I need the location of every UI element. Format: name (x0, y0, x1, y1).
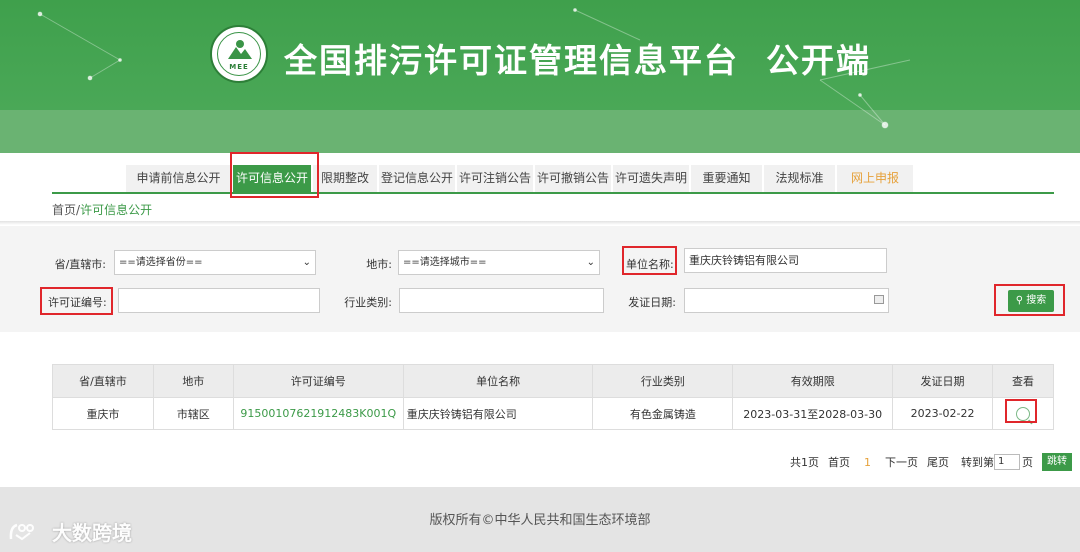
highlight-box-license (40, 287, 113, 315)
results-table: 省/直辖市 地市 许可证编号 单位名称 行业类别 有效期限 发证日期 查看 重庆… (52, 364, 1054, 430)
pager-last[interactable]: 尾页 (927, 454, 949, 470)
tab-revocation[interactable]: 许可撤销公告 (535, 165, 611, 192)
tab-registration[interactable]: 登记信息公开 (379, 165, 455, 192)
table-row: 重庆市 市辖区 91500107621912483K001Q 重庆庆铃铸铝有限公… (52, 397, 1054, 430)
pager-first[interactable]: 首页 (828, 454, 850, 470)
copyright-text: 版权所有©中华人民共和国生态环境部 (429, 513, 651, 528)
breadcrumb-home[interactable]: 首页 (52, 203, 76, 217)
province-select-value: ==请选择省份== (119, 257, 203, 268)
tab-online-report[interactable]: 网上申报 (837, 165, 913, 192)
col-license-number: 许可证编号 (232, 364, 404, 398)
page-number-input[interactable]: 1 (994, 454, 1020, 470)
col-city: 地市 (152, 364, 234, 398)
cell-province: 重庆市 (52, 397, 154, 430)
cell-validity: 2023-03-31至2028-03-30 (732, 397, 894, 430)
nav-underline (52, 192, 1054, 194)
highlight-box-tab (230, 152, 319, 198)
tab-pre-application[interactable]: 申请前信息公开 (126, 165, 231, 192)
tab-rectification[interactable]: 限期整改 (313, 165, 377, 192)
pager-next[interactable]: 下一页 (885, 454, 918, 470)
industry-label: 行业类别: (344, 296, 392, 309)
license-number-input[interactable] (118, 288, 320, 313)
filter-panel (0, 226, 1080, 332)
jump-button[interactable]: 跳转 (1042, 453, 1072, 471)
logo-text: MEE (229, 63, 249, 71)
site-title: 全国排污许可证管理信息平台 公开端 (284, 41, 871, 80)
city-label: 地市: (366, 258, 392, 271)
industry-input[interactable] (399, 288, 604, 313)
tab-loss-statement[interactable]: 许可遗失声明 (613, 165, 689, 192)
cell-industry: 有色金属铸造 (592, 397, 734, 430)
table-header-row: 省/直辖市 地市 许可证编号 单位名称 行业类别 有效期限 发证日期 查看 (52, 364, 1054, 398)
site-logo: MEE (210, 25, 268, 83)
breadcrumb-current: 许可信息公开 (80, 203, 153, 217)
divider (0, 221, 1080, 225)
watermark: 大数跨境 (8, 517, 132, 546)
breadcrumb: 首页/许可信息公开 (52, 201, 152, 218)
watermark-text: 大数跨境 (52, 521, 132, 545)
pager-goto-suffix: 页 (1022, 456, 1033, 469)
highlight-box-view (1005, 399, 1037, 423)
highlight-box-unit (622, 246, 677, 275)
pager-goto-prefix: 转到第 (961, 456, 994, 469)
city-select[interactable]: ==请选择城市== ⌄ (398, 250, 600, 275)
col-view: 查看 (992, 364, 1054, 398)
cell-city: 市辖区 (152, 397, 234, 430)
province-label: 省/直辖市: (54, 258, 106, 271)
issue-date-input[interactable] (684, 288, 889, 313)
cell-license-number[interactable]: 91500107621912483K001Q (232, 397, 404, 430)
watermark-logo-icon (9, 523, 34, 540)
tab-notices[interactable]: 重要通知 (691, 165, 762, 192)
pager-current: 1 (864, 455, 871, 469)
chevron-down-icon: ⌄ (586, 257, 595, 268)
pager-total: 共1页 (790, 456, 819, 469)
cell-issue-date: 2023-02-22 (892, 397, 993, 430)
tab-regulations[interactable]: 法规标准 (764, 165, 835, 192)
tab-cancellation[interactable]: 许可注销公告 (457, 165, 533, 192)
province-select[interactable]: ==请选择省份== ⌄ (114, 250, 316, 275)
col-unit-name: 单位名称 (402, 364, 594, 398)
unit-name-input[interactable]: 重庆庆铃铸铝有限公司 (684, 248, 887, 273)
issue-date-label: 发证日期: (628, 296, 676, 309)
pagination: 共1页 首页 1 下一页 尾页 转到第 1 页 跳转 (781, 453, 1072, 471)
highlight-box-search (994, 284, 1065, 316)
calendar-icon (874, 295, 884, 304)
city-select-value: ==请选择城市== (403, 257, 487, 268)
chevron-down-icon: ⌄ (302, 257, 311, 268)
col-industry: 行业类别 (592, 364, 734, 398)
col-issue-date: 发证日期 (892, 364, 993, 398)
col-province: 省/直辖市 (52, 364, 154, 398)
col-validity: 有效期限 (732, 364, 894, 398)
cell-unit-name: 重庆庆铃铸铝有限公司 (402, 397, 594, 430)
